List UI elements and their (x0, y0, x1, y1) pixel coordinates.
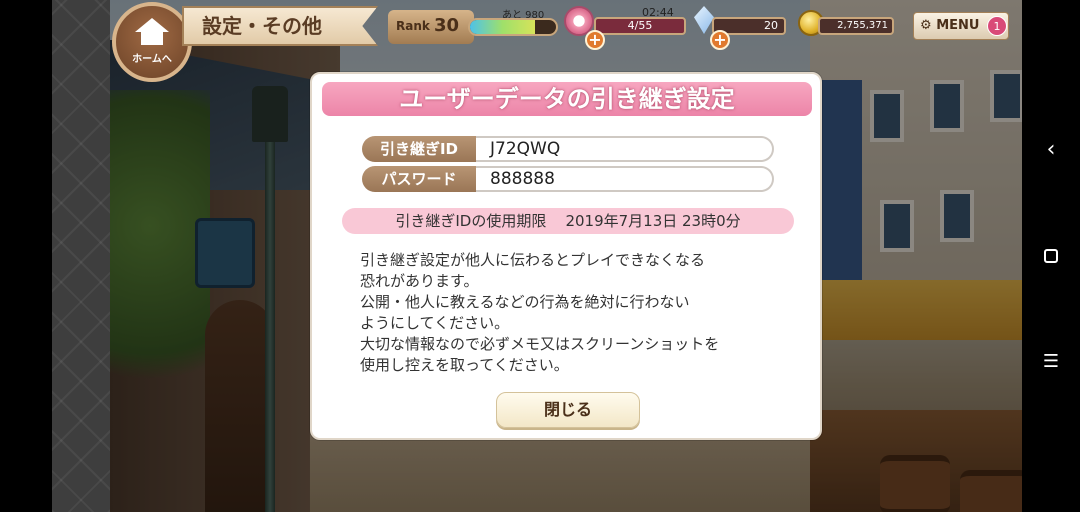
home-label: ホームへ (132, 54, 172, 65)
exp-fill (470, 20, 535, 34)
expiry-label: 引き継ぎIDの使用期限 (395, 212, 547, 230)
warning-line: 恐れがあります。 (360, 272, 479, 290)
warning-line: 使用し控えを取ってください。 (360, 356, 569, 374)
exp-gauge: あと 980 (468, 6, 558, 38)
password-row: パスワード 888888 (362, 166, 774, 192)
gem-plus-button[interactable]: + (710, 30, 730, 50)
stamina-plus-button[interactable]: + (585, 30, 605, 50)
rank-value: 30 (434, 15, 460, 36)
system-nav-bar: ‹ ☰ (1022, 0, 1080, 512)
transfer-id-row: 引き継ぎID J72QWQ (362, 136, 774, 162)
expiry-value: 2019年7月13日 23時0分 (565, 212, 741, 230)
expiry-notice: 引き継ぎIDの使用期限 2019年7月13日 23時0分 (342, 208, 794, 234)
password-field[interactable]: 888888 (476, 166, 774, 192)
warning-line: ようにしてください。 (360, 314, 510, 332)
home-square-icon[interactable] (1022, 236, 1080, 276)
left-pattern-border (52, 0, 110, 512)
menu-label: MENU (936, 18, 980, 33)
exp-bar (468, 18, 558, 36)
back-chevron-icon[interactable]: ‹ (1022, 130, 1080, 170)
warning-line: 大切な情報なので必ずメモ又はスクリーンショットを (360, 335, 720, 353)
rank-badge: Rank 30 (388, 10, 474, 44)
rank-label: Rank (396, 19, 430, 33)
screen-title: 設定・その他 (182, 6, 378, 46)
dialog-title: ユーザーデータの引き継ぎ設定 (322, 82, 812, 116)
coin-counter: 2,755,371 (818, 17, 894, 35)
stamina-counter: 4/55 (594, 17, 686, 35)
warning-text: 引き継ぎ設定が他人に伝わるとプレイできなくなる 恐れがあります。 公開・他人に教… (360, 250, 780, 376)
notification-badge: 1 (987, 16, 1007, 36)
transfer-settings-dialog: ユーザーデータの引き継ぎ設定 引き継ぎID J72QWQ パスワード 88888… (310, 72, 822, 440)
warning-line: 公開・他人に教えるなどの行為を絶対に行わない (360, 293, 690, 311)
password-label: パスワード (362, 166, 476, 192)
hamburger-menu-icon[interactable]: ☰ (1022, 342, 1080, 382)
transfer-id-field[interactable]: J72QWQ (476, 136, 774, 162)
home-button[interactable]: ホームへ (112, 2, 192, 82)
transfer-id-label: 引き継ぎID (362, 136, 476, 162)
house-icon (135, 18, 169, 46)
close-button[interactable]: 閉じる (496, 392, 640, 428)
gear-icon: ⚙ (920, 18, 932, 33)
warning-line: 引き継ぎ設定が他人に伝わるとプレイできなくなる (360, 251, 706, 269)
